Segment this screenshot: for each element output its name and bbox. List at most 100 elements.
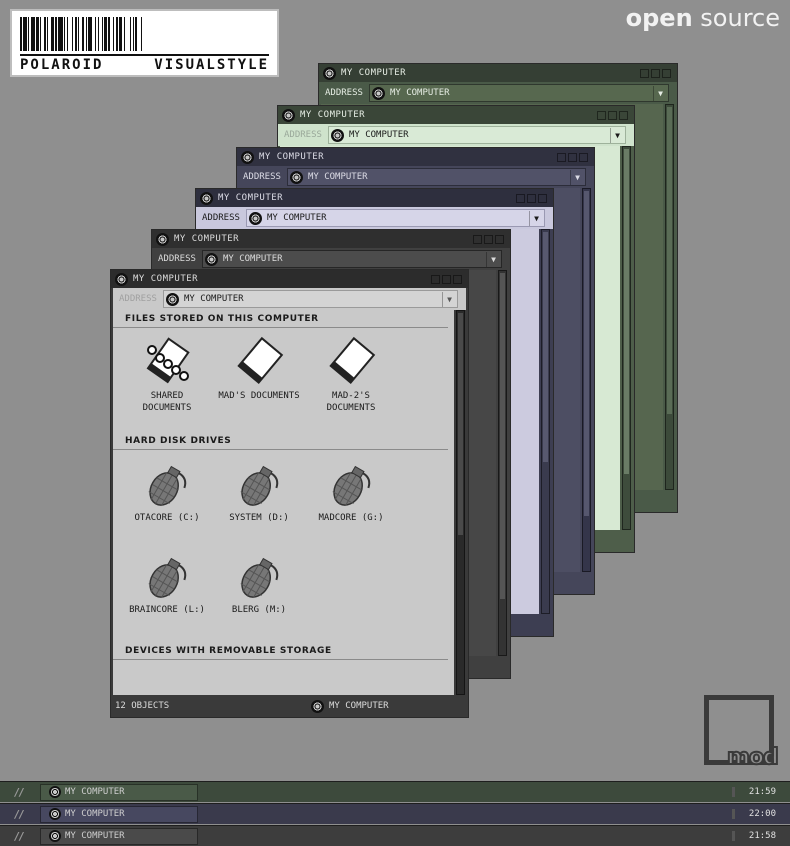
computer-icon bbox=[248, 211, 262, 225]
grenade-drive-icon bbox=[148, 465, 187, 507]
chevron-down-icon[interactable]: ▼ bbox=[570, 170, 584, 185]
maximize-button[interactable] bbox=[484, 234, 493, 244]
window-my-computer[interactable]: MY COMPUTER ADDRESS MY COMPUTER ▼ FILES … bbox=[110, 269, 469, 718]
scrollbar[interactable] bbox=[498, 270, 507, 656]
grenade-drive-icon bbox=[240, 465, 279, 507]
grenade-drive-icon bbox=[240, 557, 279, 599]
app-icon bbox=[241, 150, 254, 164]
address-field[interactable]: MY COMPUTER ▼ bbox=[201, 250, 502, 268]
address-bar: ADDRESS MY COMPUTER ▼ bbox=[278, 124, 634, 146]
address-value: MY COMPUTER bbox=[389, 88, 450, 98]
scrollbar-thumb[interactable] bbox=[667, 107, 672, 415]
mads-documents-item[interactable]: MAD'S DOCUMENTS bbox=[213, 336, 305, 428]
address-field[interactable]: MY COMPUTER ▼ bbox=[368, 84, 669, 102]
taskbar-button-label: MY COMPUTER bbox=[65, 809, 125, 819]
minimize-button[interactable] bbox=[431, 274, 440, 284]
clock[interactable]: 21:58 bbox=[749, 831, 776, 841]
title-bar[interactable]: MY COMPUTER bbox=[278, 106, 634, 124]
close-button[interactable] bbox=[579, 152, 588, 162]
maximize-button[interactable] bbox=[527, 193, 536, 203]
minimize-button[interactable] bbox=[516, 193, 525, 203]
window-controls bbox=[473, 234, 504, 244]
clock[interactable]: 22:00 bbox=[749, 809, 776, 819]
address-field[interactable]: MY COMPUTER ▼ bbox=[286, 168, 586, 186]
address-label: ADDRESS bbox=[284, 130, 322, 140]
scrollbar-thumb[interactable] bbox=[458, 313, 463, 536]
app-icon bbox=[282, 108, 295, 122]
title-bar[interactable]: MY COMPUTER bbox=[237, 148, 594, 166]
taskbar-button-my-computer[interactable]: MY COMPUTER bbox=[40, 805, 198, 823]
scrollbar-thumb[interactable] bbox=[624, 149, 629, 474]
maximize-button[interactable] bbox=[651, 68, 660, 78]
close-button[interactable] bbox=[619, 110, 628, 120]
computer-icon bbox=[330, 128, 344, 142]
scrollbar-thumb[interactable] bbox=[500, 273, 505, 600]
drive-item[interactable]: OTACORE (C:) bbox=[121, 458, 213, 550]
grenade-drive-icon bbox=[148, 557, 187, 599]
close-button[interactable] bbox=[495, 234, 504, 244]
chevron-down-icon[interactable]: ▼ bbox=[653, 86, 667, 101]
logo-text-left: POLAROID bbox=[20, 57, 104, 73]
maximize-button[interactable] bbox=[608, 110, 617, 120]
app-icon bbox=[200, 191, 213, 205]
address-field[interactable]: MY COMPUTER ▼ bbox=[327, 126, 626, 144]
address-value: MY COMPUTER bbox=[222, 254, 283, 264]
scrollbar-thumb[interactable] bbox=[584, 191, 589, 516]
drive-label: SYSTEM (D:) bbox=[229, 513, 289, 523]
computer-icon bbox=[49, 786, 61, 798]
address-label: ADDRESS bbox=[158, 254, 196, 264]
close-button[interactable] bbox=[453, 274, 462, 284]
address-value: MY COMPUTER bbox=[348, 130, 409, 140]
shared-documents-item[interactable]: SHARED DOCUMENTS bbox=[121, 336, 213, 428]
computer-icon bbox=[289, 170, 303, 184]
chevron-down-icon[interactable]: ▼ bbox=[529, 211, 543, 226]
minimize-button[interactable] bbox=[473, 234, 482, 244]
computer-icon bbox=[371, 86, 385, 100]
maximize-button[interactable] bbox=[568, 152, 577, 162]
title-bar[interactable]: MY COMPUTER bbox=[319, 64, 677, 82]
start-slash-icon[interactable]: // bbox=[0, 808, 36, 821]
chevron-down-icon[interactable]: ▼ bbox=[442, 292, 456, 307]
clock[interactable]: 21:59 bbox=[749, 787, 776, 797]
scrollbar[interactable] bbox=[582, 188, 591, 572]
section-drives-heading: HARD DISK DRIVES bbox=[113, 432, 448, 450]
title-bar[interactable]: MY COMPUTER bbox=[196, 189, 553, 207]
close-button[interactable] bbox=[662, 68, 671, 78]
mad2s-documents-item[interactable]: MAD-2'S DOCUMENTS bbox=[305, 336, 397, 428]
taskbar-green: // MY COMPUTER 21:59 bbox=[0, 781, 790, 802]
drive-item[interactable]: SYSTEM (D:) bbox=[213, 458, 305, 550]
item-label-1: SHARED bbox=[150, 391, 184, 401]
address-value: MY COMPUTER bbox=[183, 294, 244, 304]
scrollbar-thumb[interactable] bbox=[543, 232, 548, 462]
chevron-down-icon[interactable]: ▼ bbox=[610, 128, 624, 143]
drive-item[interactable]: BLERG (M:) bbox=[213, 550, 305, 642]
scrollbar[interactable] bbox=[456, 310, 465, 695]
window-title: MY COMPUTER bbox=[341, 68, 407, 78]
minimize-button[interactable] bbox=[640, 68, 649, 78]
address-field[interactable]: MY COMPUTER ▼ bbox=[245, 209, 545, 227]
scrollbar[interactable] bbox=[622, 146, 631, 530]
taskbar-button-my-computer[interactable]: MY COMPUTER bbox=[40, 827, 198, 845]
start-slash-icon[interactable]: // bbox=[0, 830, 36, 843]
taskbar-button-label: MY COMPUTER bbox=[65, 831, 125, 841]
scrollbar[interactable] bbox=[665, 104, 674, 490]
title-bar[interactable]: MY COMPUTER bbox=[152, 230, 510, 248]
minimize-button[interactable] bbox=[597, 110, 606, 120]
minimize-button[interactable] bbox=[557, 152, 566, 162]
close-button[interactable] bbox=[538, 193, 547, 203]
drive-item[interactable]: BRAINCORE (L:) bbox=[121, 550, 213, 642]
maximize-button[interactable] bbox=[442, 274, 451, 284]
mod-logo-text: mod bbox=[726, 744, 780, 771]
chevron-down-icon[interactable]: ▼ bbox=[486, 252, 500, 267]
window-controls bbox=[640, 68, 671, 78]
section-files-heading: FILES STORED ON THIS COMPUTER bbox=[113, 310, 448, 328]
title-bar[interactable]: MY COMPUTER bbox=[111, 270, 468, 288]
address-field[interactable]: MY COMPUTER ▼ bbox=[162, 290, 458, 308]
scrollbar[interactable] bbox=[541, 229, 550, 614]
taskbar-button-my-computer[interactable]: MY COMPUTER bbox=[40, 783, 198, 801]
start-slash-icon[interactable]: // bbox=[0, 786, 36, 799]
object-count: 12 OBJECTS bbox=[115, 701, 170, 711]
drive-item[interactable]: MADCORE (G:) bbox=[305, 458, 397, 550]
computer-icon bbox=[49, 808, 61, 820]
address-bar: ADDRESS MY COMPUTER ▼ bbox=[152, 248, 510, 270]
